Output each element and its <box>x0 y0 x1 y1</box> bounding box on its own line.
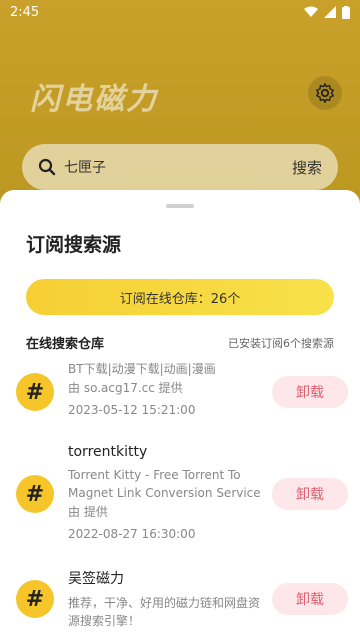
search-icon <box>38 158 56 176</box>
battery-icon <box>342 5 350 19</box>
gear-icon <box>316 83 334 103</box>
app-title: 闪电磁力 <box>30 82 158 117</box>
source-desc: 推荐，干净、好用的磁力链和网盘资源搜索引擎！ <box>68 596 261 628</box>
wifi-icon <box>304 6 318 17</box>
unsubscribe-button[interactable]: 卸载 <box>272 583 348 615</box>
settings-button[interactable] <box>308 76 342 110</box>
subscription-sheet: 订阅搜索源 订阅在线仓库：26个 在线搜索仓库 已安装订阅6个搜索源 # BT下… <box>0 190 360 637</box>
unsubscribe-button[interactable]: 卸载 <box>272 478 348 510</box>
sheet-title: 订阅搜索源 <box>26 234 122 256</box>
search-button[interactable]: 搜索 <box>292 157 322 178</box>
unsubscribe-button[interactable]: 卸载 <box>272 376 348 408</box>
status-bar: 2:45 <box>0 0 360 24</box>
source-desc: Torrent Kitty - Free Torrent To Magnet L… <box>68 468 261 500</box>
online-repo-count[interactable]: 订阅在线仓库：26个 <box>26 279 334 315</box>
hash-icon: # <box>16 580 54 618</box>
hash-icon: # <box>16 475 54 513</box>
search-input[interactable]: 七匣子 <box>64 157 292 177</box>
hash-icon: # <box>16 373 54 411</box>
list-item: # torrentkitty Torrent Kitty - Free Torr… <box>0 436 360 552</box>
list-item: # BT下载|动漫下载|动画|漫画 由 so.acg17.cc 提供 2023-… <box>0 356 360 428</box>
section-header: 在线搜索仓库 已安装订阅6个搜索源 <box>26 333 334 353</box>
status-icons <box>304 5 350 19</box>
source-list: # BT下载|动漫下载|动画|漫画 由 so.acg17.cc 提供 2023-… <box>0 356 360 637</box>
source-name: torrentkitty <box>68 444 148 460</box>
signal-icon <box>324 6 336 18</box>
drag-handle[interactable] <box>166 204 194 208</box>
status-time: 2:45 <box>10 4 40 20</box>
list-item: # 吴签磁力 推荐，干净、好用的磁力链和网盘资源搜索引擎！ 卸载 <box>0 560 360 637</box>
source-date: 2022-08-27 16:30:00 <box>68 527 196 541</box>
installed-note: 已安装订阅6个搜索源 <box>228 336 334 350</box>
section-title: 在线搜索仓库 <box>26 337 105 352</box>
source-desc: BT下载|动漫下载|动画|漫画 <box>68 362 216 376</box>
search-bar[interactable]: 七匣子 搜索 <box>22 144 338 190</box>
